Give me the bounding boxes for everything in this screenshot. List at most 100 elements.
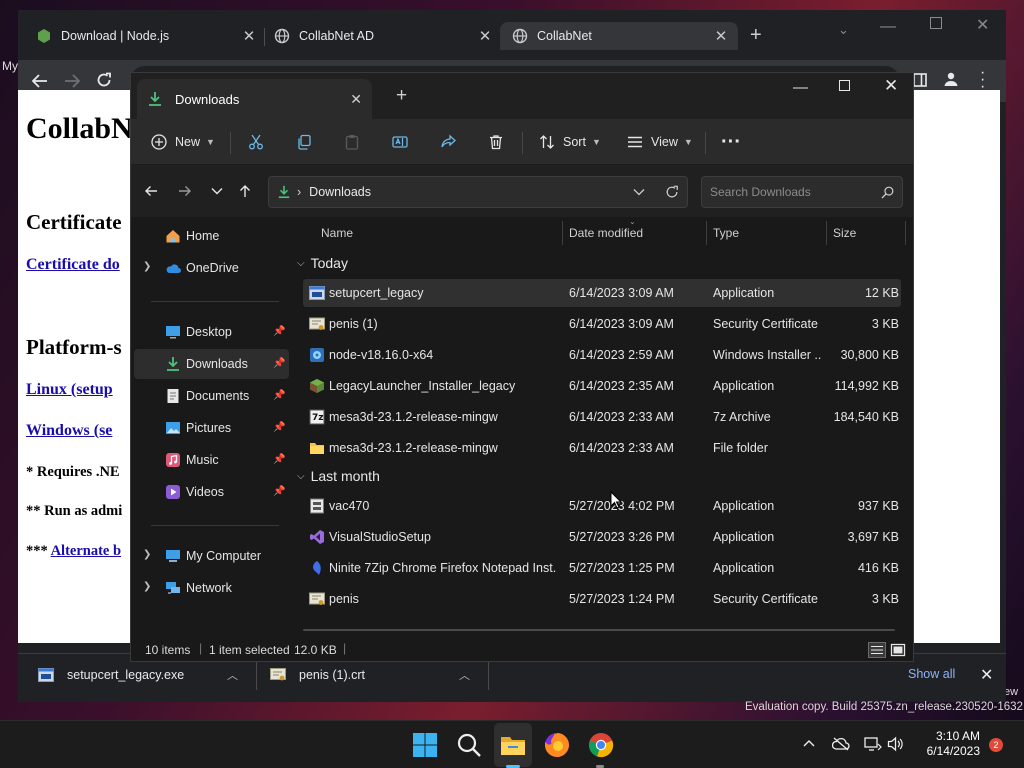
sidebar-item-downloads[interactable]: Downloads 📌: [134, 349, 289, 379]
sidebar-item-pictures[interactable]: Pictures 📌: [131, 413, 286, 443]
file-row[interactable]: setupcert_legacy 6/14/2023 3:09 AM Appli…: [303, 279, 901, 307]
pin-icon[interactable]: 📌: [273, 454, 285, 465]
column-header-date[interactable]: Date modified: [569, 217, 643, 249]
share-icon[interactable]: [440, 134, 456, 150]
search-icon[interactable]: [881, 186, 894, 199]
back-icon[interactable]: [144, 185, 158, 197]
new-tab-icon[interactable]: +: [750, 24, 762, 47]
side-panel-icon[interactable]: [913, 73, 927, 87]
file-row[interactable]: VisualStudioSetup 5/27/2023 3:26 PM Appl…: [303, 523, 901, 551]
chrome-tab-collabnet[interactable]: CollabNet ✕: [500, 22, 738, 50]
sidebar-item-documents[interactable]: Documents 📌: [131, 381, 286, 411]
cut-icon[interactable]: [248, 134, 264, 150]
file-explorer-icon[interactable]: [499, 731, 527, 759]
recent-locations-icon[interactable]: [211, 187, 223, 195]
pin-icon[interactable]: 📌: [273, 326, 285, 337]
sidebar-item-home[interactable]: Home: [131, 221, 286, 251]
file-row[interactable]: Ninite 7Zip Chrome Firefox Notepad Inst.…: [303, 554, 901, 582]
network-status-icon[interactable]: [864, 736, 882, 752]
windows-setup-link[interactable]: Windows (se: [26, 422, 112, 440]
sort-button[interactable]: Sort ▼: [539, 119, 601, 165]
details-view-icon[interactable]: [868, 642, 886, 658]
chevron-up-icon[interactable]: ︿: [459, 667, 470, 683]
file-row[interactable]: 7z mesa3d-23.1.2-release-mingw 6/14/2023…: [303, 403, 901, 431]
explorer-tab-downloads[interactable]: Downloads ✕: [137, 79, 372, 119]
search-input[interactable]: Search Downloads: [701, 176, 903, 208]
file-row[interactable]: penis 5/27/2023 1:24 PM Security Certifi…: [303, 585, 901, 613]
minimize-icon[interactable]: —: [793, 79, 808, 96]
chevron-up-icon[interactable]: [803, 739, 815, 747]
cloud-offline-icon[interactable]: [832, 736, 850, 752]
pin-icon[interactable]: 📌: [273, 422, 285, 433]
sidebar-item-network[interactable]: ❯ Network: [131, 573, 286, 603]
close-download-bar-icon[interactable]: ✕: [980, 665, 993, 685]
horizontal-scrollbar[interactable]: [303, 629, 895, 631]
rename-icon[interactable]: [392, 134, 408, 150]
sidebar-item-music[interactable]: Music 📌: [131, 445, 286, 475]
copy-icon[interactable]: [296, 134, 312, 150]
view-button[interactable]: View ▼: [627, 119, 693, 165]
close-window-icon[interactable]: ✕: [976, 15, 989, 35]
maximize-icon[interactable]: [839, 80, 850, 91]
close-icon[interactable]: ✕: [242, 27, 256, 45]
close-window-icon[interactable]: ✕: [884, 76, 898, 96]
search-icon[interactable]: [455, 731, 483, 759]
alternate-link[interactable]: Alternate b: [51, 543, 121, 559]
forward-icon[interactable]: [178, 185, 192, 197]
breadcrumb[interactable]: Downloads: [309, 185, 633, 199]
linux-setup-link[interactable]: Linux (setup: [26, 381, 113, 399]
chrome-icon[interactable]: [587, 731, 615, 759]
file-row[interactable]: mesa3d-23.1.2-release-mingw 6/14/2023 2:…: [303, 434, 901, 462]
chevron-right-icon[interactable]: ❯: [143, 549, 151, 560]
file-row[interactable]: node-v18.16.0-x64 6/14/2023 2:59 AM Wind…: [303, 341, 901, 369]
volume-icon[interactable]: [887, 736, 903, 752]
pin-icon[interactable]: 📌: [273, 390, 285, 401]
file-row[interactable]: penis (1) 6/14/2023 3:09 AM Security Cer…: [303, 310, 901, 338]
paste-icon[interactable]: [344, 134, 360, 150]
minimize-icon[interactable]: —: [880, 18, 896, 36]
column-header-size[interactable]: Size: [833, 217, 856, 249]
show-all-downloads[interactable]: Show all: [908, 667, 955, 681]
file-row[interactable]: vac470 5/27/2023 4:02 PM Application 937…: [303, 492, 901, 520]
pin-icon[interactable]: 📌: [273, 486, 285, 497]
column-header-name[interactable]: Name: [321, 217, 353, 249]
tab-search-icon[interactable]: ⌄: [838, 22, 849, 38]
close-icon[interactable]: ✕: [350, 91, 362, 108]
chrome-tab-nodejs[interactable]: Download | Node.js ✕: [36, 22, 256, 50]
forward-icon[interactable]: [64, 74, 80, 88]
refresh-icon[interactable]: [665, 185, 679, 199]
certificate-download-link[interactable]: Certificate do: [26, 256, 120, 274]
reload-icon[interactable]: [96, 72, 112, 88]
column-header-type[interactable]: Type: [713, 217, 739, 249]
chevron-up-icon[interactable]: ︿: [227, 667, 238, 683]
close-icon[interactable]: ✕: [478, 27, 492, 45]
sidebar-item-desktop[interactable]: Desktop 📌: [131, 317, 286, 347]
explorer-address-bar[interactable]: › Downloads: [268, 176, 688, 208]
chevron-down-icon[interactable]: [633, 188, 645, 196]
maximize-icon[interactable]: [930, 17, 942, 29]
chevron-right-icon[interactable]: ❯: [143, 581, 151, 592]
group-header-last-month[interactable]: ⌵ Last month: [297, 468, 380, 484]
sidebar-item-my-computer[interactable]: ❯ My Computer: [131, 541, 286, 571]
chrome-tab-collabnet-ad[interactable]: CollabNet AD ✕: [274, 22, 492, 50]
new-button[interactable]: New ▼: [151, 119, 215, 165]
delete-icon[interactable]: [488, 134, 504, 150]
new-tab-icon[interactable]: +: [396, 85, 407, 107]
back-icon[interactable]: [32, 74, 48, 88]
windows-start-icon[interactable]: [411, 731, 439, 759]
pin-icon[interactable]: 📌: [273, 358, 285, 369]
taskbar-clock[interactable]: 3:10 AM 6/14/2023: [916, 729, 980, 759]
chevron-right-icon[interactable]: ❯: [143, 261, 151, 272]
close-icon[interactable]: ✕: [714, 27, 728, 45]
profile-icon[interactable]: [943, 71, 959, 87]
notification-badge[interactable]: 2: [989, 738, 1003, 752]
up-icon[interactable]: [239, 184, 251, 198]
sidebar-item-videos[interactable]: Videos 📌: [131, 477, 286, 507]
firefox-icon[interactable]: [543, 731, 571, 759]
group-header-today[interactable]: ⌵ Today: [297, 255, 348, 271]
tiles-view-icon[interactable]: [890, 642, 906, 658]
menu-dots-icon[interactable]: · · ·: [980, 65, 985, 95]
more-options-button[interactable]: ···: [721, 119, 741, 165]
sidebar-item-onedrive[interactable]: ❯ OneDrive: [131, 253, 286, 283]
file-row[interactable]: LegacyLauncher_Installer_legacy 6/14/202…: [303, 372, 901, 400]
